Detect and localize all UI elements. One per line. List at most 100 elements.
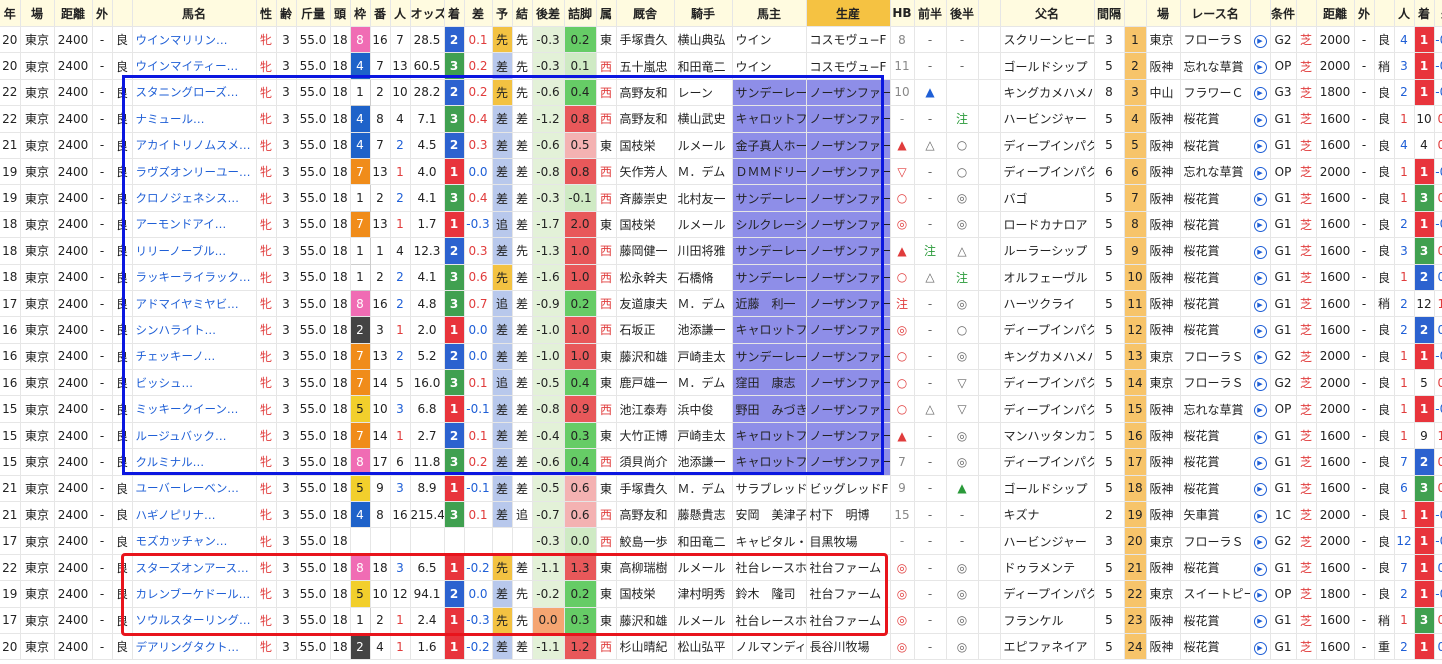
- video-button[interactable]: ▶: [1250, 211, 1271, 239]
- horse-name-link[interactable]: ウインマイティー…: [132, 52, 257, 80]
- horse-name-link[interactable]: モズカッチャン…: [132, 527, 257, 555]
- column-header[interactable]: 性: [256, 0, 277, 27]
- column-header[interactable]: 年: [0, 0, 21, 27]
- play-icon[interactable]: ▶: [1253, 245, 1267, 259]
- column-header[interactable]: 差: [464, 0, 493, 27]
- video-button[interactable]: ▶: [1250, 158, 1271, 186]
- video-button[interactable]: ▶: [1250, 369, 1271, 397]
- column-header[interactable]: 馬名: [132, 0, 257, 27]
- video-button[interactable]: ▶: [1250, 79, 1271, 107]
- play-icon[interactable]: ▶: [1253, 61, 1267, 75]
- video-button[interactable]: ▶: [1250, 184, 1271, 212]
- video-button[interactable]: ▶: [1250, 26, 1271, 54]
- horse-name-link[interactable]: クルミナル…: [132, 448, 257, 476]
- column-header[interactable]: 番: [370, 0, 391, 27]
- horse-name-link[interactable]: ソウルスターリング…: [132, 607, 257, 634]
- column-header[interactable]: 斤量: [296, 0, 331, 27]
- column-header[interactable]: [112, 0, 133, 27]
- column-header[interactable]: 結: [512, 0, 533, 27]
- play-icon[interactable]: ▶: [1253, 351, 1267, 365]
- video-button[interactable]: ▶: [1250, 105, 1271, 133]
- column-header[interactable]: 後半: [946, 0, 979, 27]
- video-button[interactable]: ▶: [1250, 264, 1271, 291]
- column-header[interactable]: 予: [492, 0, 513, 27]
- play-icon[interactable]: ▶: [1253, 140, 1267, 154]
- column-header[interactable]: [1250, 0, 1271, 27]
- play-icon[interactable]: ▶: [1253, 641, 1267, 655]
- column-header[interactable]: [978, 0, 1001, 27]
- column-header[interactable]: 騎手: [674, 0, 733, 27]
- column-header[interactable]: オッズ: [410, 0, 445, 27]
- play-icon[interactable]: ▶: [1253, 615, 1267, 629]
- play-icon[interactable]: ▶: [1253, 166, 1267, 180]
- column-header[interactable]: 場: [1146, 0, 1181, 27]
- column-header[interactable]: 前半: [914, 0, 947, 27]
- video-button[interactable]: ▶: [1250, 290, 1271, 318]
- video-button[interactable]: ▶: [1250, 527, 1271, 555]
- play-icon[interactable]: ▶: [1253, 324, 1267, 338]
- column-header[interactable]: 人: [1394, 0, 1415, 27]
- horse-name-link[interactable]: スターズオンアース…: [132, 554, 257, 582]
- play-icon[interactable]: ▶: [1253, 272, 1267, 286]
- play-icon[interactable]: ▶: [1253, 430, 1267, 444]
- play-icon[interactable]: ▶: [1253, 34, 1267, 48]
- column-header[interactable]: 馬主: [732, 0, 807, 27]
- column-header[interactable]: 厩舎: [616, 0, 675, 27]
- video-button[interactable]: ▶: [1250, 395, 1271, 423]
- column-header[interactable]: 場: [20, 0, 55, 27]
- horse-name-link[interactable]: ビッシュ…: [132, 369, 257, 397]
- play-icon[interactable]: ▶: [1253, 404, 1267, 418]
- column-header[interactable]: 詰脚: [564, 0, 597, 27]
- play-icon[interactable]: ▶: [1253, 87, 1267, 101]
- horse-name-link[interactable]: ナミュール…: [132, 105, 257, 133]
- video-button[interactable]: ▶: [1250, 422, 1271, 450]
- column-header[interactable]: 生産: [806, 0, 891, 27]
- play-icon[interactable]: ▶: [1253, 377, 1267, 391]
- column-header[interactable]: 着: [444, 0, 465, 27]
- horse-name-link[interactable]: スタニングローズ…: [132, 79, 257, 107]
- column-header[interactable]: 枠: [350, 0, 371, 27]
- video-button[interactable]: ▶: [1250, 475, 1271, 503]
- column-header[interactable]: HB: [890, 0, 915, 27]
- horse-name-link[interactable]: デアリングタクト…: [132, 633, 257, 661]
- column-header[interactable]: 後差: [532, 0, 565, 27]
- column-header[interactable]: 距離: [54, 0, 93, 27]
- video-button[interactable]: ▶: [1250, 580, 1271, 608]
- column-header[interactable]: 着: [1414, 0, 1435, 27]
- horse-name-link[interactable]: シンハライト…: [132, 316, 257, 344]
- horse-name-link[interactable]: ルージュバック…: [132, 422, 257, 450]
- horse-name-link[interactable]: チェッキーノ…: [132, 343, 257, 371]
- play-icon[interactable]: ▶: [1253, 219, 1267, 233]
- video-button[interactable]: ▶: [1250, 633, 1271, 661]
- horse-name-link[interactable]: クロノジェネシス…: [132, 184, 257, 212]
- column-header[interactable]: 条件: [1270, 0, 1297, 27]
- play-icon[interactable]: ▶: [1253, 536, 1267, 550]
- horse-name-link[interactable]: ラッキーライラック…: [132, 264, 257, 291]
- horse-name-link[interactable]: カレンブーケドール…: [132, 580, 257, 608]
- horse-name-link[interactable]: ミッキークイーン…: [132, 395, 257, 423]
- video-button[interactable]: ▶: [1250, 607, 1271, 634]
- column-header[interactable]: 差: [1434, 0, 1442, 27]
- video-button[interactable]: ▶: [1250, 501, 1271, 529]
- play-icon[interactable]: ▶: [1253, 456, 1267, 470]
- column-header[interactable]: 外: [92, 0, 113, 27]
- column-header[interactable]: 属: [596, 0, 617, 27]
- video-button[interactable]: ▶: [1250, 343, 1271, 371]
- column-header[interactable]: 人: [390, 0, 411, 27]
- horse-name-link[interactable]: リリーノーブル…: [132, 237, 257, 265]
- video-button[interactable]: ▶: [1250, 52, 1271, 80]
- play-icon[interactable]: ▶: [1253, 193, 1267, 207]
- play-icon[interactable]: ▶: [1253, 298, 1267, 312]
- column-header[interactable]: 齢: [276, 0, 297, 27]
- video-button[interactable]: ▶: [1250, 554, 1271, 582]
- video-button[interactable]: ▶: [1250, 448, 1271, 476]
- horse-name-link[interactable]: ハギノピリナ…: [132, 501, 257, 529]
- column-header[interactable]: 間隔: [1094, 0, 1125, 27]
- play-icon[interactable]: ▶: [1253, 509, 1267, 523]
- column-header[interactable]: 距離: [1316, 0, 1355, 27]
- horse-name-link[interactable]: ユーバーレーベン…: [132, 475, 257, 503]
- column-header[interactable]: 外: [1354, 0, 1375, 27]
- horse-name-link[interactable]: ウインマリリン…: [132, 26, 257, 54]
- play-icon[interactable]: ▶: [1253, 562, 1267, 576]
- video-button[interactable]: ▶: [1250, 316, 1271, 344]
